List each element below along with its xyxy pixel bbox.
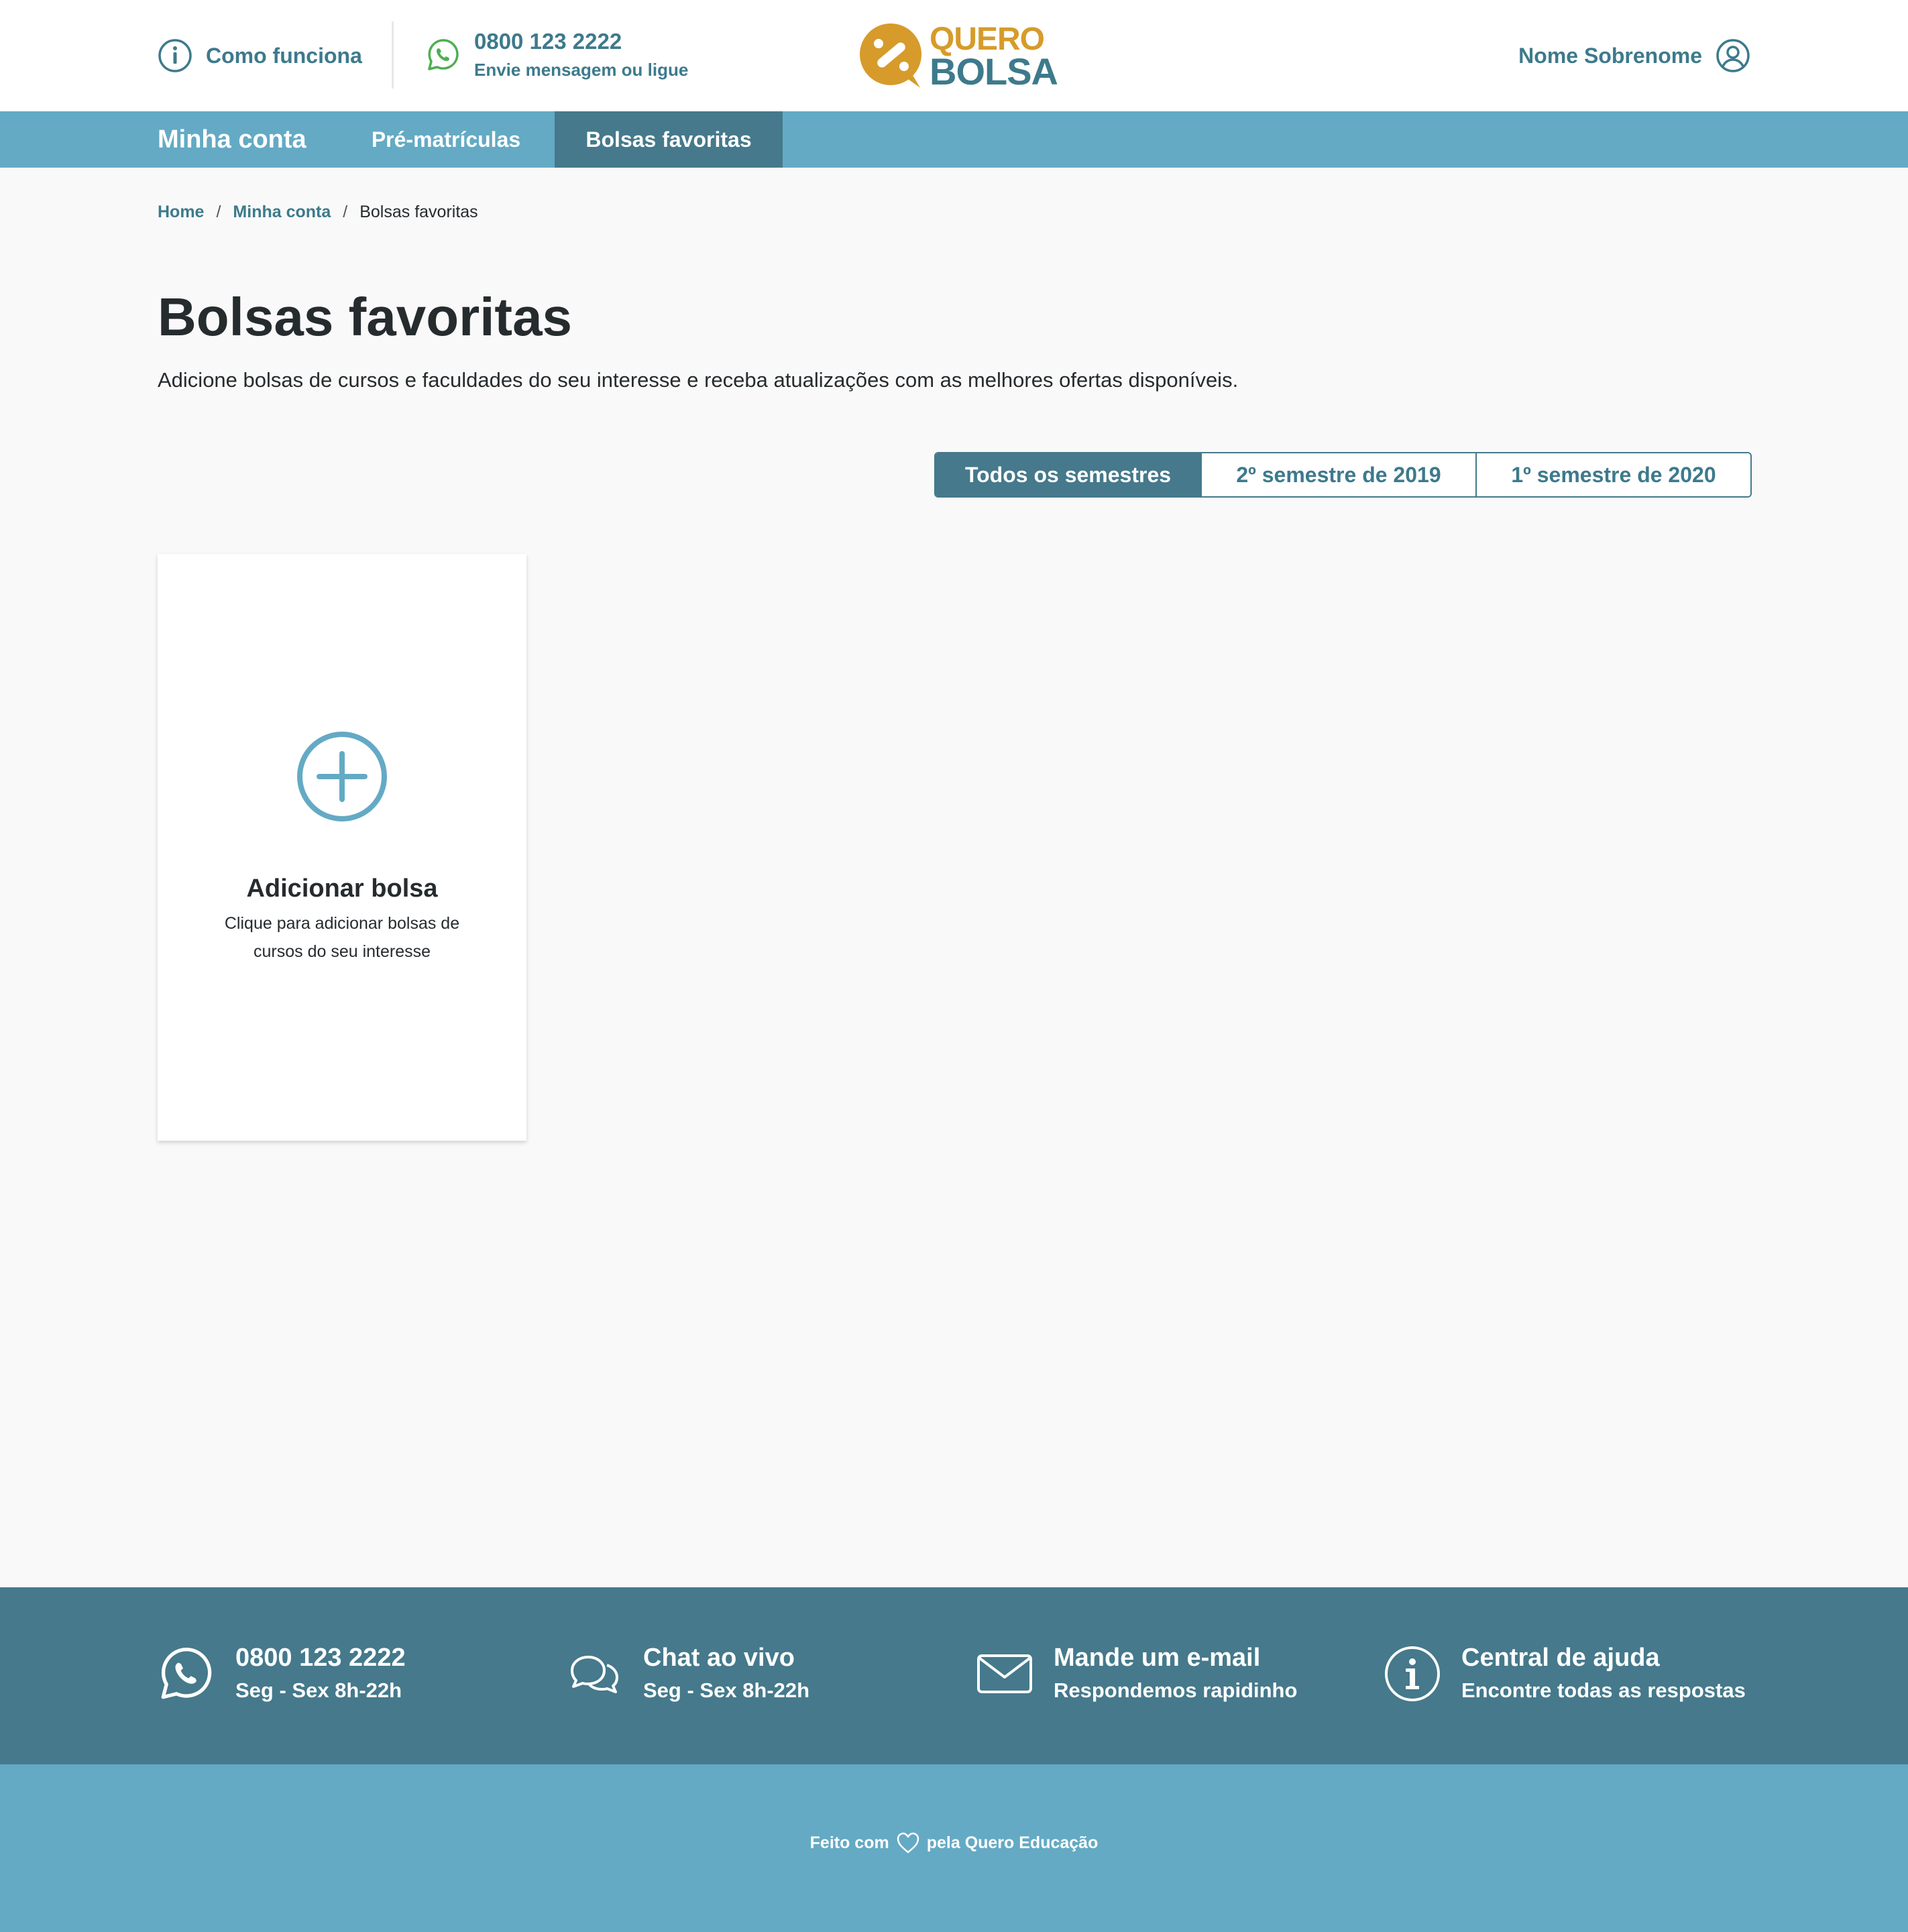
footer-phone-subtitle: Seg - Sex 8h-22h <box>235 1679 402 1702</box>
phone-subtitle: Envie mensagem ou ligue <box>474 60 689 80</box>
breadcrumb-separator: / <box>343 203 348 221</box>
breadcrumb-home[interactable]: Home <box>158 203 204 222</box>
page-description: Adicione bolsas de cursos e faculdades d… <box>158 368 1239 392</box>
top-header: Como funciona 0800 123 2222 Envie mensag… <box>0 0 1908 111</box>
info-icon <box>1385 1646 1440 1701</box>
footer-contacts: 0800 123 2222 Seg - Sex 8h-22h Chat ao v… <box>0 1587 1908 1764</box>
tab-bolsas-favoritas[interactable]: Bolsas favoritas <box>555 111 783 168</box>
phone-number: 0800 123 2222 <box>474 29 622 54</box>
user-menu[interactable]: Nome Sobrenome <box>1518 37 1750 74</box>
user-name: Nome Sobrenome <box>1518 43 1702 68</box>
footer-chat-title: Chat ao vivo <box>643 1644 795 1672</box>
how-it-works-label: Como funciona <box>206 43 362 68</box>
quero-bolsa-logo[interactable]: QUERO BOLSA <box>858 20 1058 91</box>
made-with-credit: Feito com pela Quero Educação <box>0 1831 1908 1854</box>
made-with-prefix: Feito com <box>809 1833 889 1852</box>
semester-option-2019-2[interactable]: 2º semestre de 2019 <box>1200 453 1475 496</box>
breadcrumb-current: Bolsas favoritas <box>359 203 478 221</box>
footer-contact-email[interactable]: Mande um e-mail Respondemos rapidinho <box>976 1641 1297 1707</box>
footer-contact-phone[interactable]: 0800 123 2222 Seg - Sex 8h-22h <box>158 1641 406 1707</box>
whatsapp-icon <box>428 39 459 70</box>
add-bolsa-description: Clique para adicionar bolsas de cursos d… <box>224 914 460 961</box>
semester-option-all[interactable]: Todos os semestres <box>936 453 1200 496</box>
footer-help-title: Central de ajuda <box>1461 1644 1660 1672</box>
add-bolsa-card[interactable]: Adicionar bolsa Clique para adicionar bo… <box>158 554 526 1141</box>
chat-icon <box>571 1656 618 1693</box>
user-avatar-icon <box>1716 39 1750 72</box>
whatsapp-icon <box>161 1647 212 1699</box>
logo-mark-icon <box>860 23 921 88</box>
footer-help-subtitle: Encontre todas as respostas <box>1461 1679 1746 1702</box>
footer-phone-title: 0800 123 2222 <box>235 1644 406 1672</box>
made-with-suffix: pela Quero Educação <box>926 1833 1099 1852</box>
breadcrumb-separator: / <box>216 203 221 221</box>
info-icon <box>158 39 192 72</box>
footer-contact-chat[interactable]: Chat ao vivo Seg - Sex 8h-22h <box>565 1641 809 1707</box>
footer-email-title: Mande um e-mail <box>1054 1644 1261 1672</box>
mail-icon <box>977 1654 1032 1693</box>
heart-icon <box>897 1832 919 1854</box>
semester-filter: Todos os semestres 2º semestre de 2019 1… <box>934 452 1752 498</box>
footer-contact-help[interactable]: Central de ajuda Encontre todas as respo… <box>1384 1641 1746 1707</box>
header-divider <box>392 21 394 89</box>
nav-title-minha-conta[interactable]: Minha conta <box>158 111 306 168</box>
page-title: Bolsas favoritas <box>158 287 573 347</box>
account-nav: Minha conta Pré-matrículas Bolsas favori… <box>0 111 1908 168</box>
tab-pre-matriculas[interactable]: Pré-matrículas <box>355 111 537 168</box>
breadcrumb-minha-conta[interactable]: Minha conta <box>233 203 331 222</box>
footer-chat-subtitle: Seg - Sex 8h-22h <box>643 1679 810 1702</box>
logo-text: QUERO BOLSA <box>930 23 1058 93</box>
add-bolsa-title: Adicionar bolsa <box>246 874 438 903</box>
how-it-works-link[interactable]: Como funciona <box>158 37 362 74</box>
logo-line-2: BOLSA <box>930 50 1058 93</box>
footer-email-subtitle: Respondemos rapidinho <box>1054 1679 1298 1702</box>
breadcrumb: Home / Minha conta / Bolsas favoritas <box>158 203 478 222</box>
bottom-bar: Feito com pela Quero Educação <box>0 1764 1908 1932</box>
add-circle-icon <box>297 732 387 821</box>
phone-contact[interactable]: 0800 123 2222 Envie mensagem ou ligue <box>426 27 688 83</box>
semester-option-2020-1[interactable]: 1º semestre de 2020 <box>1475 453 1750 496</box>
